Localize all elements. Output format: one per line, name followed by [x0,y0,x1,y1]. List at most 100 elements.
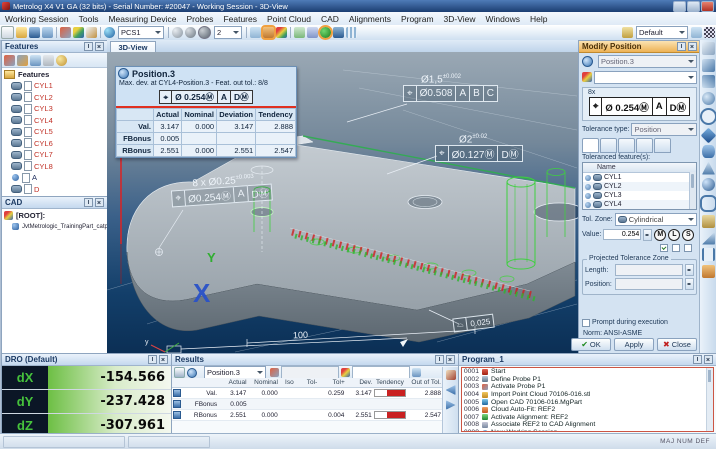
tree-item-cyl2[interactable]: CYL2 [2,92,107,104]
pause-icon[interactable] [307,27,318,38]
transparent-view-icon[interactable] [198,26,211,39]
label-combobox[interactable] [594,70,697,84]
menu-features[interactable]: Features [218,14,262,24]
tab-features-icon[interactable] [582,138,599,153]
position-spinner[interactable] [685,278,694,290]
value-input[interactable] [603,229,642,240]
close-icon[interactable] [704,355,713,364]
menu-windows[interactable]: Windows [481,14,525,24]
viewport-canvas[interactable]: Z Y X y Position.3 Max. dev. at CYL4-Pos… [107,52,578,353]
select-tool-icon[interactable] [702,42,715,55]
cmm-machine-icon[interactable] [73,27,84,38]
pin-icon[interactable] [148,355,157,364]
program-step-0009[interactable]: 0009New Working Session [462,429,713,431]
pin-icon[interactable] [435,355,444,364]
axis-tool-icon[interactable] [702,264,715,278]
tab-datums-icon[interactable] [600,138,617,153]
cad-tree-node[interactable]: JvtMetrologic_TrainingPart_catpart.MgPar… [2,221,107,233]
report-page-icon[interactable] [174,367,185,378]
record-icon[interactable] [318,25,333,40]
close-icon[interactable] [446,355,455,364]
program-step-0001[interactable]: 0001 Start [462,368,713,376]
search-icon[interactable] [56,54,67,66]
tab-notes-icon[interactable] [654,138,671,153]
cad-tree-root[interactable]: [ROOT]: [2,209,107,221]
apply-button[interactable]: Apply [614,338,654,351]
profile-dropdown[interactable]: Default [636,26,688,39]
calibration-icon[interactable] [86,27,97,38]
menu-probes[interactable]: Probes [182,14,219,24]
program-step-0006[interactable]: 0006 Cloud Auto-Fit: REF2 [462,406,713,414]
program-step-0002[interactable]: 0002 Define Probe P1 [462,376,713,384]
close-icon[interactable] [95,198,104,207]
pin-icon[interactable] [84,198,93,207]
features-tree-root[interactable]: Features [2,68,107,80]
menu-working-session[interactable]: Working Session [0,14,74,24]
tree-item-datum-d[interactable]: D [2,184,107,196]
minimize-button[interactable] [673,0,686,12]
length-field[interactable] [615,264,683,276]
position-field[interactable] [615,278,683,290]
tree-item-cyl6[interactable]: CYL6 [2,138,107,150]
tab-options-icon[interactable] [618,138,635,153]
program-step-0003[interactable]: 0003 Activate Probe P1 [462,383,713,391]
close-button[interactable] [701,0,714,12]
play-icon[interactable] [294,27,305,38]
modifier-checkbox-3[interactable] [684,243,692,252]
slot-tool-icon[interactable] [702,215,715,228]
wireframe-view-icon[interactable] [185,27,196,38]
modifier-checkbox-1[interactable] [660,243,668,252]
program-step-0008[interactable]: 0008 Associate REF2 to CAD Alignment [462,421,713,429]
tree-item-cyl7[interactable]: CYL7 [2,149,107,161]
maximize-button[interactable] [687,0,700,12]
nav-forward-icon[interactable] [445,400,456,410]
refresh-icon[interactable] [412,368,421,377]
menu-cad[interactable]: CAD [316,14,344,24]
pin-icon[interactable] [677,42,686,51]
sort-arrows-icon[interactable] [691,27,702,38]
print-icon[interactable] [42,27,53,38]
length-spinner[interactable] [685,264,694,276]
plane-tool-icon[interactable] [700,127,716,143]
list-item-cyl2[interactable]: CYL2 [583,182,696,191]
list-item-cyl1[interactable]: CYL1 [583,173,696,182]
program-step-list[interactable]: 0001 Start 0002 Define Probe P1 0003 Activa… [461,367,714,432]
cylinder-tool-icon[interactable] [702,145,715,158]
close-icon[interactable] [688,42,697,51]
tree-item-datum-a[interactable]: A [2,172,107,184]
feature-select-dropdown[interactable]: Position.3 [598,54,697,68]
tree-item-cyl1[interactable]: CYL1 [2,80,107,92]
program-step-0005[interactable]: 0005 Open CAD 70106-016.MgPart [462,398,713,406]
line-tool-icon[interactable] [702,75,715,88]
pin-icon[interactable] [693,355,702,364]
value-spinner[interactable] [643,228,653,241]
tree-item-cyl5[interactable]: CYL5 [2,126,107,138]
shaded-view-icon[interactable] [172,27,183,38]
nav-back-icon[interactable] [445,385,456,395]
position3-callout[interactable]: Position.3 Max. dev. at CYL4-Position.3 … [115,66,297,158]
report-icon[interactable] [43,54,54,66]
color-legend-icon[interactable] [341,368,350,377]
close-button[interactable]: ✖ Close [657,338,697,351]
torus-tool-icon[interactable] [700,194,716,212]
mmc-modifier-button[interactable]: M [654,228,667,241]
toleranced-features-list[interactable]: Name CYL1 CYL2 CYL3 CYL4 [582,162,697,210]
cone-tool-icon[interactable] [702,161,715,175]
tab-stats-icon[interactable] [636,138,653,153]
tree-item-cyl8[interactable]: CYL8 [2,161,107,173]
list-header-name[interactable]: Name [583,163,696,173]
tolerance-type-dropdown[interactable]: Position [631,122,697,136]
program-step-0004[interactable]: 0004 Import Point Cloud 70106-016.stl [462,391,713,399]
tol-zone-dropdown[interactable]: Cylindrical [614,212,697,226]
open-folder-icon[interactable] [16,27,27,38]
modifier-checkbox-2[interactable] [672,243,680,252]
list-item-cyl3[interactable]: CYL3 [583,191,696,200]
save-icon[interactable] [29,27,40,38]
menu-point-cloud[interactable]: Point Cloud [262,14,316,24]
menu-help[interactable]: Help [525,14,552,24]
fit-view-icon[interactable] [250,27,261,38]
menu-measuring-device[interactable]: Measuring Device [103,14,181,24]
new-session-icon[interactable] [1,26,14,39]
results-row-rbonus[interactable]: RBonus 2.551 0.000 0.004 2.551 2.547 [172,410,443,421]
stop-icon[interactable] [333,27,344,38]
